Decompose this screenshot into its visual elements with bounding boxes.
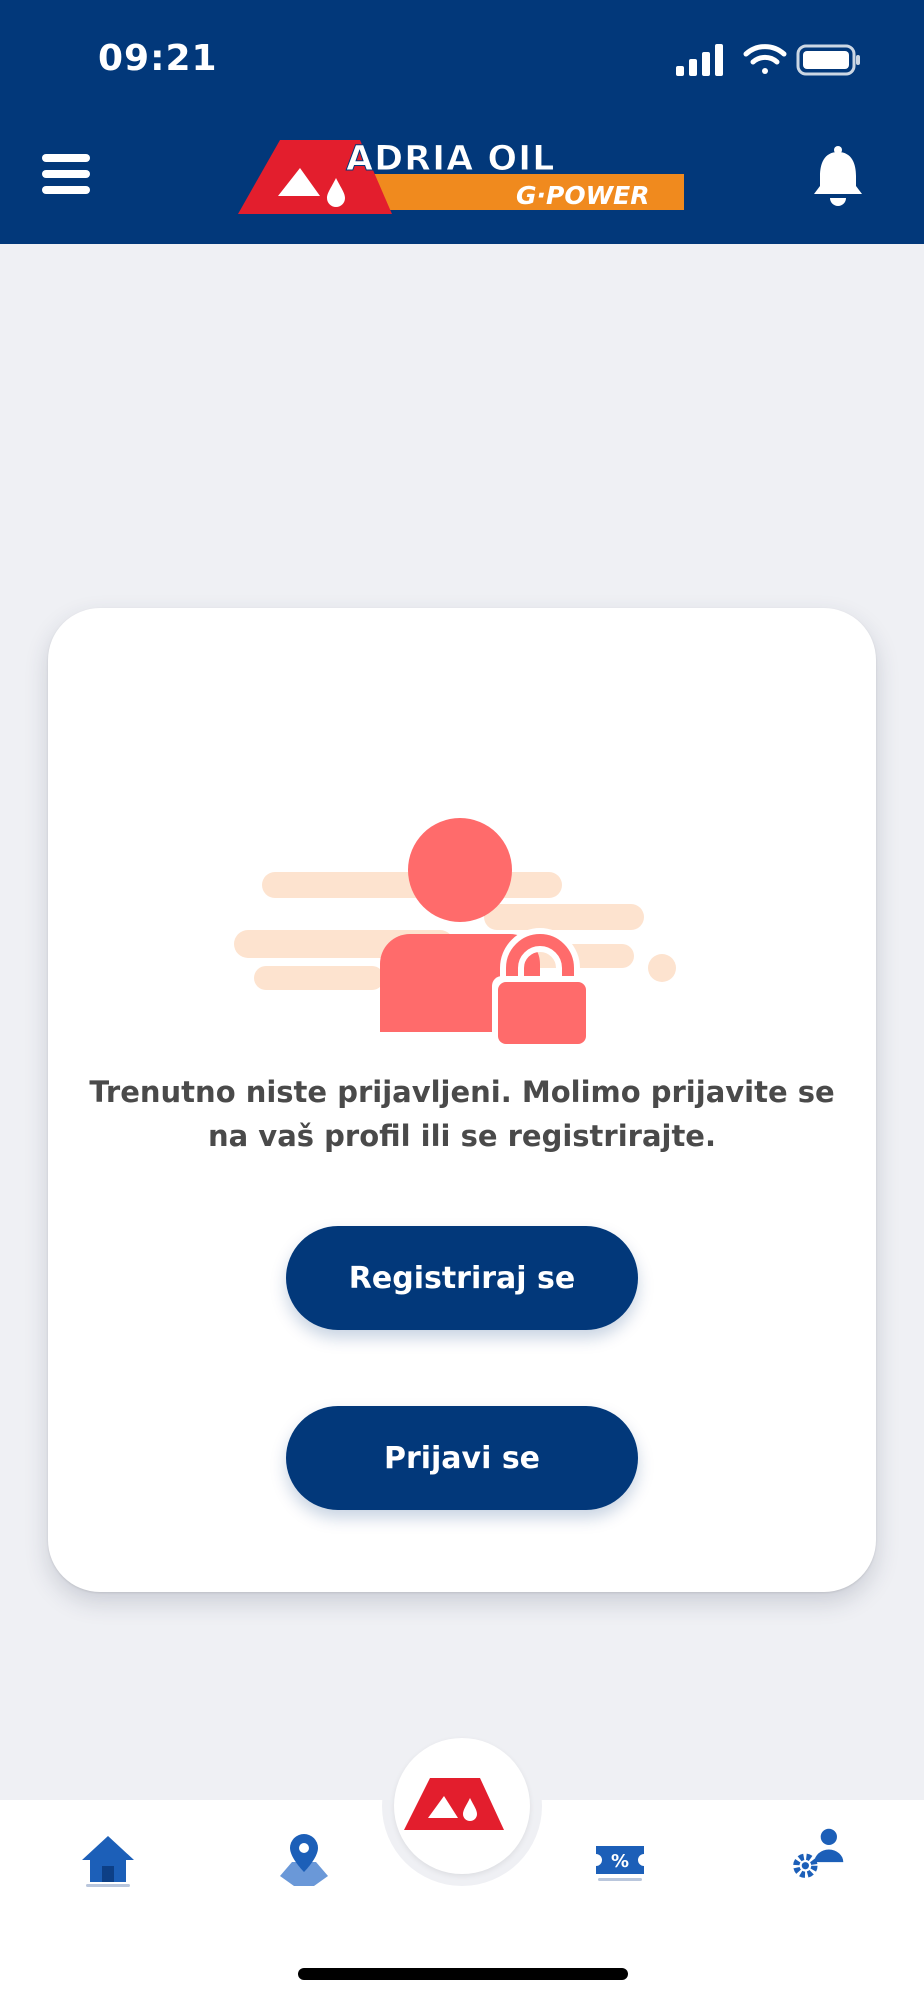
coupon-icon[interactable]: % [590, 1832, 650, 1888]
battery-icon [796, 44, 860, 76]
bell-icon[interactable] [810, 144, 866, 208]
map-pin-icon[interactable] [274, 1832, 334, 1888]
not-logged-in-message: Trenutno niste prijavljeni. Molimo prija… [89, 1075, 835, 1153]
home-icon[interactable] [78, 1832, 138, 1888]
status-time: 09:21 [98, 38, 218, 79]
not-logged-in-card: Trenutno niste prijavljeni. Molimo prija… [48, 608, 876, 1592]
home-indicator [298, 1968, 628, 1980]
signal-icon [676, 44, 723, 76]
login-button[interactable]: Prijavi se [286, 1406, 638, 1510]
menu-icon[interactable] [38, 148, 94, 200]
logo-text-g-power: G·POWER [516, 181, 650, 210]
locked-user-icon [234, 818, 676, 1046]
logo-text-adria-oil: ADRIA OIL [346, 139, 555, 179]
adria-oil-logo: ADRIA OIL G·POWER [238, 139, 684, 214]
adria-logo-icon [404, 1778, 504, 1830]
wifi-icon [743, 44, 787, 74]
status-icons [676, 44, 860, 76]
app-header: 09:21 ADRIA OIL G·POWER [0, 0, 924, 244]
coupon-percent-label: % [611, 1851, 629, 1872]
center-home-button[interactable] [394, 1738, 530, 1874]
register-button[interactable]: Registriraj se [286, 1226, 638, 1330]
user-settings-icon[interactable] [788, 1826, 848, 1882]
